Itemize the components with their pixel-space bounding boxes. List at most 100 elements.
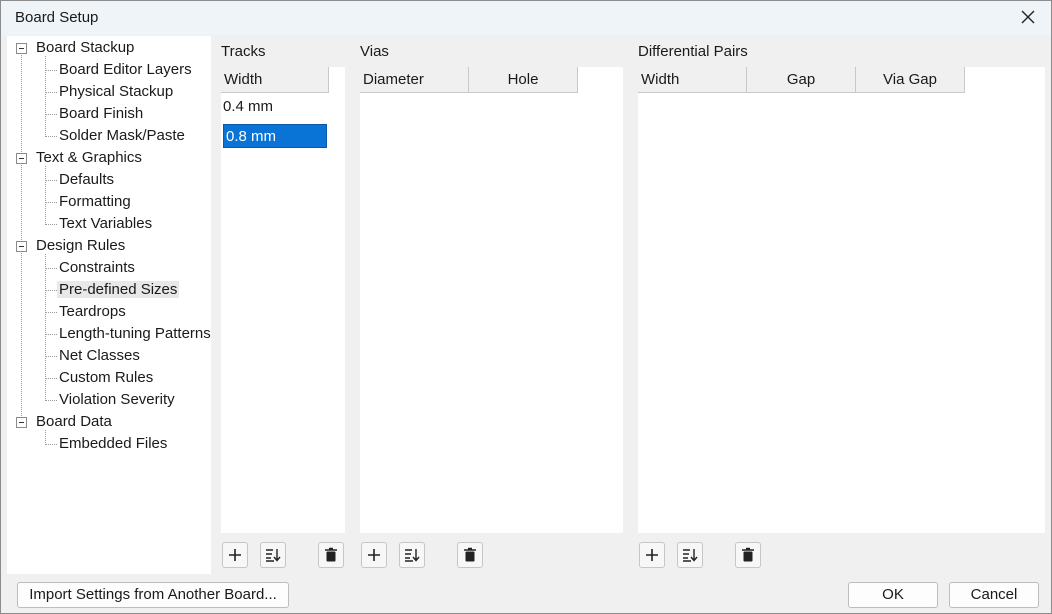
differential-pairs-label: Differential Pairs — [638, 43, 748, 60]
sort-icon — [266, 549, 281, 562]
tree-item-board-editor-layers[interactable]: Board Editor Layers — [57, 60, 194, 80]
tree-item-defaults[interactable]: Defaults — [57, 170, 116, 190]
tree-group-board-stackup[interactable]: Board Stackup — [34, 38, 136, 58]
tree-item-label: Teardrops — [59, 303, 126, 320]
tree-connector — [45, 224, 57, 225]
tree-item-teardrops[interactable]: Teardrops — [57, 302, 128, 322]
tree-connector — [45, 356, 57, 357]
tree-item-label: Constraints — [59, 259, 135, 276]
tree-connector — [45, 378, 57, 379]
tree-connector — [45, 70, 57, 71]
tree-connector — [45, 268, 57, 269]
tree-item-label: Violation Severity — [59, 391, 175, 408]
tree-connector — [45, 56, 46, 135]
plus-icon — [646, 549, 658, 561]
tree-item-label: Defaults — [59, 171, 115, 188]
tree-connector — [45, 166, 46, 223]
collapse-icon[interactable] — [16, 241, 27, 252]
tree-item-physical-stackup[interactable]: Physical Stackup — [57, 82, 175, 102]
tree-connector — [45, 400, 57, 401]
trash-icon — [742, 547, 754, 562]
delete-track-button[interactable] — [318, 542, 344, 568]
column-header-diameter[interactable]: Diameter — [360, 67, 469, 93]
add-diff-pair-button[interactable] — [639, 542, 665, 568]
tracks-grid[interactable]: Width 0.4 mm 0.8 mm — [221, 67, 345, 533]
tree-connector — [45, 312, 57, 313]
tree-connector — [45, 202, 57, 203]
tree-item-board-finish[interactable]: Board Finish — [57, 104, 145, 124]
tree-group-label: Design Rules — [36, 237, 126, 254]
collapse-icon[interactable] — [16, 153, 27, 164]
collapse-icon[interactable] — [16, 417, 27, 428]
cancel-button[interactable]: Cancel — [949, 582, 1039, 608]
tree-group-label: Board Data — [36, 413, 112, 430]
tree-item-custom-rules[interactable]: Custom Rules — [57, 368, 155, 388]
tree-item-pre-defined-sizes[interactable]: Pre-defined Sizes — [57, 280, 180, 300]
vias-grid[interactable]: Diameter Hole — [360, 67, 623, 533]
plus-icon — [229, 549, 241, 561]
settings-tree: Board Stackup Board Editor Layers Physic… — [7, 36, 211, 574]
ok-button[interactable]: OK — [848, 582, 938, 608]
tree-connector — [21, 53, 22, 416]
sort-tracks-button[interactable] — [260, 542, 286, 568]
tree-item-label: Board Finish — [59, 105, 144, 122]
plus-icon — [368, 549, 380, 561]
board-setup-dialog: Board Setup Board Stackup Board Editor L… — [0, 0, 1052, 614]
sort-vias-button[interactable] — [399, 542, 425, 568]
tree-group-text-graphics[interactable]: Text & Graphics — [34, 148, 144, 168]
tree-item-label: Custom Rules — [59, 369, 154, 386]
tree-item-label: Board Editor Layers — [59, 61, 192, 78]
tree-item-label: Embedded Files — [59, 435, 168, 452]
table-row-selected[interactable]: 0.8 mm — [223, 124, 327, 148]
column-header-hole[interactable]: Hole — [469, 67, 578, 93]
column-header-gap[interactable]: Gap — [747, 67, 856, 93]
tree-group-design-rules[interactable]: Design Rules — [34, 236, 127, 256]
tree-item-formatting[interactable]: Formatting — [57, 192, 133, 212]
tree-connector — [45, 180, 57, 181]
tree-connector — [45, 114, 57, 115]
tree-item-label: Length-tuning Patterns — [59, 325, 211, 342]
tree-item-solder-mask-paste[interactable]: Solder Mask/Paste — [57, 126, 187, 146]
delete-via-button[interactable] — [457, 542, 483, 568]
tree-group-label: Text & Graphics — [36, 149, 142, 166]
tree-item-label: Formatting — [59, 193, 131, 210]
tree-item-label: Pre-defined Sizes — [57, 281, 180, 298]
tree-item-text-variables[interactable]: Text Variables — [57, 214, 154, 234]
tree-item-embedded-files[interactable]: Embedded Files — [57, 434, 169, 454]
column-header-width[interactable]: Width — [638, 67, 747, 93]
trash-icon — [464, 547, 476, 562]
tree-group-board-data[interactable]: Board Data — [34, 412, 114, 432]
tree-connector — [45, 444, 57, 445]
tree-item-violation-severity[interactable]: Violation Severity — [57, 390, 177, 410]
delete-diff-pair-button[interactable] — [735, 542, 761, 568]
close-button[interactable] — [1013, 3, 1043, 31]
tree-connector — [45, 136, 57, 137]
tree-connector — [45, 290, 57, 291]
window-title: Board Setup — [15, 9, 99, 26]
tree-group-label: Board Stackup — [36, 39, 135, 56]
tree-item-net-classes[interactable]: Net Classes — [57, 346, 142, 366]
tree-item-label: Physical Stackup — [59, 83, 174, 100]
differential-pairs-grid[interactable]: Width Gap Via Gap — [638, 67, 1045, 533]
tree-connector — [45, 430, 46, 443]
tree-connector — [45, 334, 57, 335]
trash-icon — [325, 547, 337, 562]
sort-diff-pairs-button[interactable] — [677, 542, 703, 568]
import-settings-button[interactable]: Import Settings from Another Board... — [17, 582, 289, 608]
tree-item-length-tuning-patterns[interactable]: Length-tuning Patterns — [57, 324, 213, 344]
vias-label: Vias — [360, 43, 389, 60]
sort-icon — [683, 549, 698, 562]
column-header-width[interactable]: Width — [221, 67, 329, 93]
add-track-button[interactable] — [222, 542, 248, 568]
tracks-label: Tracks — [221, 43, 266, 60]
sort-icon — [405, 549, 420, 562]
collapse-icon[interactable] — [16, 43, 27, 54]
tree-item-label: Text Variables — [59, 215, 153, 232]
tree-item-label: Solder Mask/Paste — [59, 127, 185, 144]
table-row[interactable]: 0.4 mm — [221, 95, 327, 119]
title-bar: Board Setup — [1, 1, 1051, 35]
add-via-button[interactable] — [361, 542, 387, 568]
tree-item-constraints[interactable]: Constraints — [57, 258, 137, 278]
column-header-via-gap[interactable]: Via Gap — [856, 67, 965, 93]
tree-connector — [45, 92, 57, 93]
